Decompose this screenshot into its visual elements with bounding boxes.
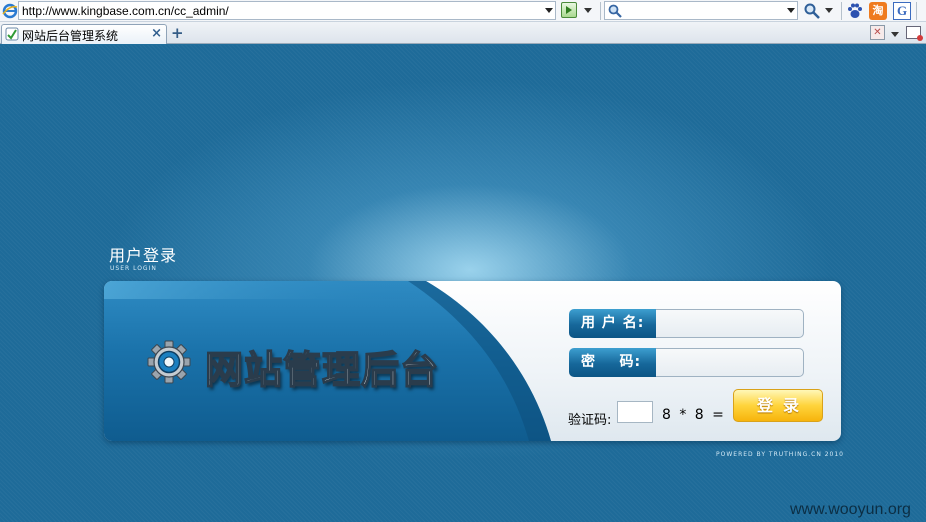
- search-engine-dropdown-icon[interactable]: [825, 8, 833, 13]
- new-tab-button[interactable]: +: [171, 24, 184, 42]
- url-dropdown-icon[interactable]: [545, 8, 553, 13]
- tab-title[interactable]: 网站后台管理系统: [22, 27, 118, 44]
- toolbar-divider: [916, 2, 917, 20]
- watermark: www.wooyun.org: [790, 501, 911, 518]
- username-field: 用 户 名:: [569, 309, 804, 338]
- search-dropdown-icon[interactable]: [787, 8, 795, 13]
- close-tabs-icon[interactable]: ✕: [870, 25, 885, 40]
- password-label: 密 码:: [569, 348, 656, 377]
- url-field[interactable]: http://www.kingbase.com.cn/cc_admin/: [18, 1, 556, 20]
- password-input[interactable]: [656, 348, 804, 377]
- taobao-icon[interactable]: 淘: [869, 2, 887, 20]
- go-dropdown-icon[interactable]: [584, 8, 592, 13]
- login-subtitle: USER LOGIN: [110, 265, 157, 272]
- username-input[interactable]: [656, 309, 804, 338]
- url-text[interactable]: http://www.kingbase.com.cn/cc_admin/: [22, 4, 229, 18]
- page-favicon-icon: [5, 27, 19, 41]
- powered-by-text: POWERED BY TRUTHING.CN 2010: [716, 451, 844, 458]
- toolbar-divider: [841, 2, 842, 20]
- login-button[interactable]: 登录: [733, 389, 823, 422]
- ie-icon: [2, 3, 18, 19]
- tab-active[interactable]: 网站后台管理系统 ×: [1, 24, 167, 44]
- address-bar-row: http://www.kingbase.com.cn/cc_admin/ 淘 G: [0, 0, 926, 22]
- captcha-label: 验证码:: [568, 413, 612, 428]
- tab-close-icon[interactable]: ×: [151, 26, 162, 41]
- window-restore-icon[interactable]: [906, 26, 923, 41]
- password-field: 密 码:: [569, 348, 804, 377]
- captcha-input[interactable]: [617, 401, 653, 423]
- captcha-question: 8 * 8 = ?: [662, 407, 742, 423]
- username-label: 用 户 名:: [569, 309, 656, 338]
- login-panel: 网站管理后台 用 户 名: 密 码: 验证码: 8 * 8 = ? 登录: [104, 281, 841, 441]
- search-icon: [608, 4, 622, 18]
- google-icon[interactable]: G: [893, 2, 911, 20]
- toolbar-divider: [600, 2, 601, 20]
- paw-icon[interactable]: [846, 2, 864, 20]
- login-title: 用户登录: [109, 246, 178, 265]
- tabs-dropdown-icon[interactable]: [891, 32, 899, 37]
- gear-icon: [147, 340, 191, 384]
- brand-logo-text: 网站管理后台: [204, 347, 440, 393]
- search-input[interactable]: [604, 1, 798, 20]
- go-button[interactable]: [561, 2, 577, 18]
- search-go-icon[interactable]: [803, 2, 821, 20]
- page-content: 用户登录 USER LOGIN 网站管理后台 用 户 名: 密 码: 验证码: …: [0, 45, 926, 522]
- tab-bar: 网站后台管理系统 × + ✕: [0, 22, 926, 44]
